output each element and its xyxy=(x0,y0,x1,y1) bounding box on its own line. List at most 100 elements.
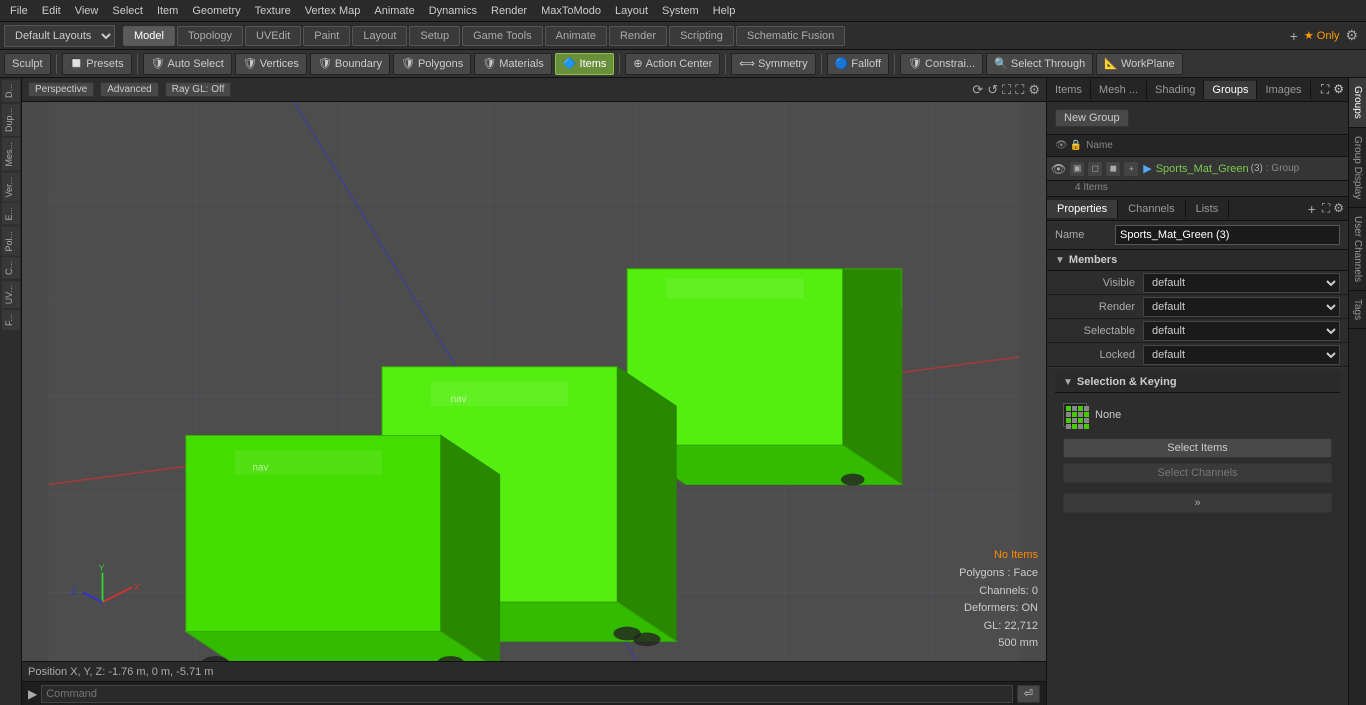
selectable-select[interactable]: default xyxy=(1143,321,1340,341)
select-through-button[interactable]: 🔍 Select Through xyxy=(986,53,1093,75)
falloff-button[interactable]: 🔵 Falloff xyxy=(827,53,889,75)
tab-schematic-fusion[interactable]: Schematic Fusion xyxy=(736,26,845,46)
menu-file[interactable]: File xyxy=(4,3,34,19)
tab-game-tools[interactable]: Game Tools xyxy=(462,26,543,46)
tab-model[interactable]: Model xyxy=(123,26,175,46)
settings-icon[interactable]: ⚙ xyxy=(1345,27,1358,44)
menu-layout[interactable]: Layout xyxy=(609,3,654,19)
group-icon-2[interactable]: ◻ xyxy=(1087,161,1103,177)
polygons-button[interactable]: 🛡 Polygons xyxy=(393,53,471,75)
symmetry-button[interactable]: ⟺ Symmetry xyxy=(731,53,815,75)
group-list-item[interactable]: 👁 ▣ ◻ ◼ + ▶ Sports_Mat_Green (3) : Group xyxy=(1047,157,1348,181)
left-tab-f[interactable]: F... xyxy=(2,310,20,330)
left-tab-pol[interactable]: Pol... xyxy=(2,227,20,256)
rp-tab-groups[interactable]: Groups xyxy=(1204,81,1257,99)
menu-system[interactable]: System xyxy=(656,3,705,19)
items-button[interactable]: 🔷 Items xyxy=(555,53,615,75)
rvtab-tags[interactable]: Tags xyxy=(1349,291,1366,329)
render-select[interactable]: default xyxy=(1143,297,1340,317)
group-icon-3[interactable]: ◼ xyxy=(1105,161,1121,177)
tab-layout[interactable]: Layout xyxy=(352,26,407,46)
menu-render[interactable]: Render xyxy=(485,3,533,19)
viewport-3d[interactable]: nav nav xyxy=(22,102,1046,661)
left-tab-uv[interactable]: UV... xyxy=(2,281,20,308)
action-center-button[interactable]: ⊕ Action Center xyxy=(625,53,720,75)
tab-scripting[interactable]: Scripting xyxy=(669,26,734,46)
group-arrow-icon[interactable]: ▶ xyxy=(1143,162,1151,175)
tab-setup[interactable]: Setup xyxy=(409,26,460,46)
sculpt-button[interactable]: Sculpt xyxy=(4,53,51,75)
rp-expand-icon[interactable]: ⛶ xyxy=(1321,82,1329,97)
menu-animate[interactable]: Animate xyxy=(368,3,420,19)
members-section-header[interactable]: ▼ Members xyxy=(1047,250,1348,271)
auto-select-button[interactable]: 🛡 Auto Select xyxy=(143,53,232,75)
rvtab-group-display[interactable]: Group Display xyxy=(1349,128,1366,208)
menu-item[interactable]: Item xyxy=(151,3,184,19)
menu-edit[interactable]: Edit xyxy=(36,3,67,19)
advanced-button[interactable]: Advanced xyxy=(100,82,158,97)
star-only[interactable]: ★ Only xyxy=(1304,29,1340,42)
props-tab-properties[interactable]: Properties xyxy=(1047,200,1118,218)
rvtab-user-channels[interactable]: User Channels xyxy=(1349,208,1366,291)
menu-select[interactable]: Select xyxy=(106,3,149,19)
expand-button[interactable]: » xyxy=(1063,493,1332,513)
settings-vp-icon[interactable]: ⚙ xyxy=(1028,82,1040,98)
left-tab-vert[interactable]: Ver... xyxy=(2,173,20,202)
rp-tab-shading[interactable]: Shading xyxy=(1147,81,1204,99)
constraints-button[interactable]: 🛡 Constrai... xyxy=(900,53,983,75)
command-input[interactable] xyxy=(41,685,1013,703)
group-icon-1[interactable]: ▣ xyxy=(1069,161,1085,177)
tab-animate[interactable]: Animate xyxy=(545,26,607,46)
command-exec-button[interactable]: ⏎ xyxy=(1017,685,1040,703)
props-tab-channels[interactable]: Channels xyxy=(1118,200,1185,218)
props-gear-icon[interactable]: ⚙ xyxy=(1333,201,1344,216)
zoom-fit-icon[interactable]: ⛶ xyxy=(1002,82,1011,98)
grid-cell xyxy=(1066,424,1071,429)
tab-render[interactable]: Render xyxy=(609,26,667,46)
menu-dynamics[interactable]: Dynamics xyxy=(423,3,483,19)
props-tab-lists[interactable]: Lists xyxy=(1186,200,1230,218)
menu-help[interactable]: Help xyxy=(707,3,742,19)
materials-button[interactable]: 🛡 Materials xyxy=(474,53,552,75)
layout-dropdown[interactable]: Default Layouts xyxy=(4,25,115,47)
new-group-button[interactable]: New Group xyxy=(1055,109,1129,127)
rp-tab-mesh[interactable]: Mesh ... xyxy=(1091,81,1147,99)
locked-select[interactable]: default xyxy=(1143,345,1340,365)
expand-viewport-icon[interactable]: ⛶ xyxy=(1015,82,1024,98)
left-tab-c[interactable]: C... xyxy=(2,257,20,279)
ray-gl-button[interactable]: Ray GL: Off xyxy=(165,82,232,97)
menu-texture[interactable]: Texture xyxy=(249,3,297,19)
tab-paint[interactable]: Paint xyxy=(303,26,350,46)
vertices-button[interactable]: 🛡 Vertices xyxy=(235,53,307,75)
reset-icon[interactable]: ↺ xyxy=(987,82,998,98)
rp-settings-icon[interactable]: ⚙ xyxy=(1333,82,1344,97)
boundary-button[interactable]: 🛡 Boundary xyxy=(310,53,390,75)
select-items-button[interactable]: Select Items xyxy=(1063,438,1332,458)
menu-geometry[interactable]: Geometry xyxy=(186,3,246,19)
rvtab-groups[interactable]: Groups xyxy=(1349,78,1366,128)
sel-keying-header[interactable]: ▼ Selection & Keying xyxy=(1055,372,1340,393)
group-eye-icon[interactable]: 👁 xyxy=(1051,162,1066,176)
tab-topology[interactable]: Topology xyxy=(177,26,243,46)
menu-vertex-map[interactable]: Vertex Map xyxy=(299,3,367,19)
left-tab-e[interactable]: E... xyxy=(2,203,20,225)
left-tab-default[interactable]: D... xyxy=(2,80,20,102)
left-tab-dup[interactable]: Dup... xyxy=(2,104,20,136)
rp-tab-items[interactable]: Items xyxy=(1047,81,1091,99)
menu-maxtomode[interactable]: MaxToModo xyxy=(535,3,607,19)
tab-uvedit[interactable]: UVEdit xyxy=(245,26,301,46)
rp-tab-images[interactable]: Images xyxy=(1257,81,1310,99)
props-expand-icon[interactable]: ⛶ xyxy=(1322,201,1330,216)
name-field-input[interactable] xyxy=(1115,225,1340,245)
visible-select[interactable]: default xyxy=(1143,273,1340,293)
presets-button[interactable]: 🔲 Presets xyxy=(62,53,132,75)
group-icon-4[interactable]: + xyxy=(1123,161,1139,177)
workplane-button[interactable]: 📐 WorkPlane xyxy=(1096,53,1182,75)
perspective-button[interactable]: Perspective xyxy=(28,82,94,97)
rotate-icon[interactable]: ⟳ xyxy=(972,82,983,98)
toolbar-separator-5 xyxy=(821,54,822,74)
plus-icon[interactable]: + xyxy=(1290,28,1298,44)
menu-view[interactable]: View xyxy=(69,3,105,19)
left-tab-mesh[interactable]: Mes... xyxy=(2,138,20,171)
props-add-button[interactable]: + xyxy=(1302,201,1322,217)
